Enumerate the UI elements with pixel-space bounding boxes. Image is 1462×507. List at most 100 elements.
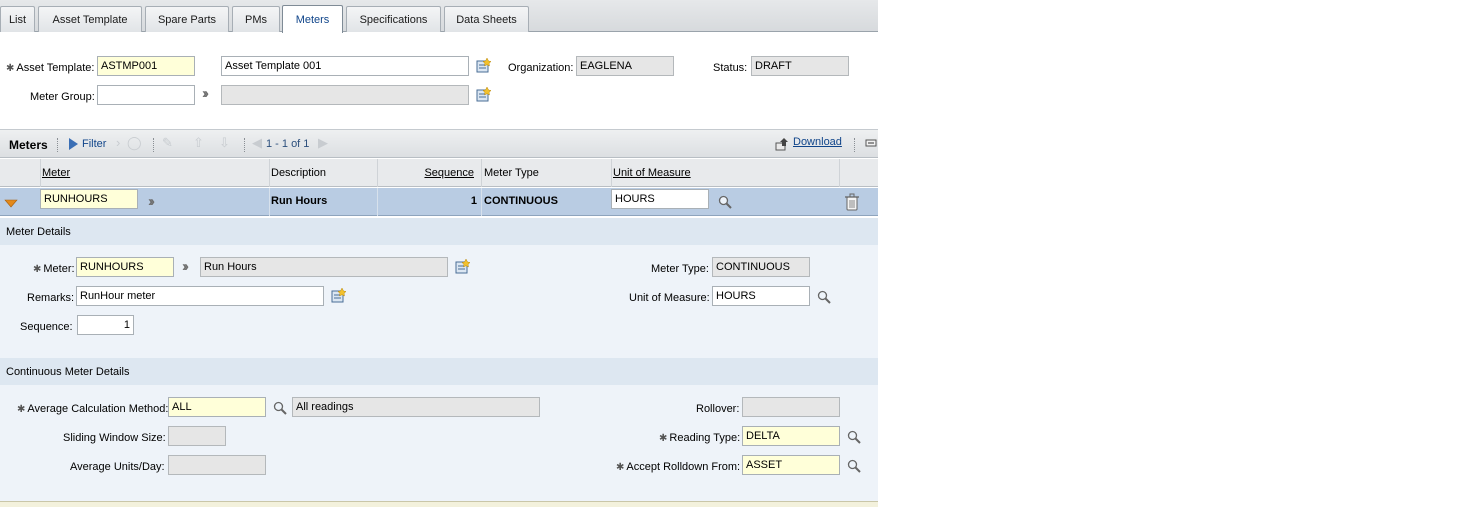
row-meter-field[interactable]: RUNHOURS bbox=[40, 189, 138, 209]
sliding-window-size-field bbox=[168, 426, 226, 446]
average-calculation-method-field[interactable]: ALL bbox=[168, 397, 266, 417]
organization-label: Organization: bbox=[508, 62, 574, 74]
accept-rolldown-from-field[interactable]: ASSET bbox=[742, 455, 840, 475]
continuous-meter-details-section: Continuous Meter Details ✱ Average Calcul… bbox=[0, 358, 878, 501]
rollover-label: Rollover: bbox=[696, 403, 740, 415]
meter-label: ✱ Meter: bbox=[33, 263, 75, 275]
row-sequence: 1 bbox=[377, 188, 481, 216]
tab-list[interactable]: List bbox=[0, 6, 35, 32]
description-editor-icon[interactable] bbox=[474, 86, 492, 104]
continuous-meter-details-title: Continuous Meter Details bbox=[0, 358, 878, 385]
unit-of-measure-field[interactable]: HOURS bbox=[712, 286, 810, 306]
filter-button[interactable]: Filter bbox=[82, 138, 106, 150]
search-icon[interactable] bbox=[815, 288, 833, 306]
tab-asset-template[interactable]: Asset Template bbox=[38, 6, 142, 32]
toolbar-divider bbox=[244, 138, 245, 152]
asset-template-label: ✱ Asset Template: bbox=[6, 62, 95, 74]
average-units-per-day-label: Average Units/Day: bbox=[70, 461, 165, 473]
sequence-field[interactable]: 1 bbox=[77, 315, 134, 335]
meter-field[interactable]: RUNHOURS bbox=[76, 257, 174, 277]
required-marker: ✱ bbox=[616, 462, 625, 473]
column-header-meter-type: Meter Type bbox=[481, 159, 611, 187]
tab-data-sheets[interactable]: Data Sheets bbox=[444, 6, 529, 32]
asset-template-desc-field[interactable]: Asset Template 001 bbox=[221, 56, 469, 76]
toolbar-divider bbox=[153, 138, 154, 152]
previous-page-icon: ◀ bbox=[252, 135, 262, 150]
required-marker: ✱ bbox=[6, 63, 15, 74]
collapse-panel-icon[interactable] bbox=[862, 134, 880, 152]
trash-icon[interactable] bbox=[843, 193, 861, 211]
pager-text: 1 - 1 of 1 bbox=[266, 138, 310, 150]
arrow-down-icon: ⇩ bbox=[219, 135, 230, 150]
meter-group-label: Meter Group: bbox=[30, 91, 95, 103]
chevron-right-icon[interactable]: ›› bbox=[182, 259, 189, 275]
app-window: List Asset Template Spare Parts PMs Mete… bbox=[0, 0, 878, 507]
remarks-label: Remarks: bbox=[27, 292, 75, 304]
chevron-right-icon: › bbox=[116, 135, 121, 150]
row-description: Run Hours bbox=[269, 188, 377, 216]
chevron-right-icon[interactable]: ›› bbox=[202, 86, 209, 102]
meter-group-desc-field bbox=[221, 85, 469, 105]
meter-details-section: Meter Details ✱ Meter: RUNHOURS ›› Run Ho… bbox=[0, 218, 878, 358]
status-field: DRAFT bbox=[751, 56, 849, 76]
search-icon: ◯ bbox=[127, 135, 142, 150]
sequence-label: Sequence: bbox=[20, 321, 73, 333]
description-editor-icon[interactable] bbox=[329, 287, 347, 305]
tab-meters[interactable]: Meters bbox=[282, 5, 343, 33]
meters-toolbar: Meters Filter › ◯ ✎ ⇧ ⇩ ◀ 1 - 1 of 1 ▶ D… bbox=[0, 129, 878, 158]
table-row[interactable]: RUNHOURS ›› Run Hours 1 CONTINUOUS HOURS bbox=[0, 188, 878, 216]
average-calculation-method-label: ✱ Average Calculation Method: bbox=[17, 403, 169, 415]
filter-play-icon[interactable] bbox=[64, 135, 82, 153]
required-marker: ✱ bbox=[33, 264, 42, 275]
status-label: Status: bbox=[713, 62, 748, 74]
meter-group-field[interactable] bbox=[97, 85, 195, 105]
row-meter-type: CONTINUOUS bbox=[481, 188, 611, 216]
required-marker: ✱ bbox=[17, 404, 26, 415]
remarks-field[interactable]: RunHour meter bbox=[76, 286, 324, 306]
column-header-meter[interactable]: Meter bbox=[40, 159, 269, 187]
arrow-up-icon: ⇧ bbox=[193, 135, 204, 150]
sliding-window-size-label: Sliding Window Size: bbox=[63, 432, 166, 444]
column-header-actions bbox=[839, 159, 878, 187]
meter-desc-field: Run Hours bbox=[200, 257, 448, 277]
search-icon[interactable] bbox=[845, 457, 863, 475]
bottom-panel-edge bbox=[0, 501, 878, 507]
download-link[interactable]: Download bbox=[793, 136, 842, 148]
average-calculation-desc-field: All readings bbox=[292, 397, 540, 417]
edit-icon: ✎ bbox=[162, 135, 173, 150]
chevron-right-icon[interactable]: ›› bbox=[148, 194, 155, 210]
description-editor-icon[interactable] bbox=[453, 258, 471, 276]
reading-type-field[interactable]: DELTA bbox=[742, 426, 840, 446]
toolbar-divider bbox=[57, 138, 58, 152]
column-header-unit-of-measure[interactable]: Unit of Measure bbox=[611, 159, 839, 187]
column-header-sequence[interactable]: Sequence bbox=[377, 159, 481, 187]
tab-pms[interactable]: PMs bbox=[232, 6, 280, 32]
meter-type-field: CONTINUOUS bbox=[712, 257, 810, 277]
search-icon[interactable] bbox=[845, 428, 863, 446]
column-header-description: Description bbox=[269, 159, 377, 187]
tab-bar: List Asset Template Spare Parts PMs Mete… bbox=[0, 0, 878, 33]
toolbar-divider bbox=[854, 138, 855, 152]
search-icon[interactable] bbox=[716, 193, 734, 211]
header-form: ✱ Asset Template: ASTMP001 Asset Template… bbox=[0, 33, 878, 129]
meters-grid-header: Meter Description Sequence Meter Type Un… bbox=[0, 159, 878, 187]
description-editor-icon[interactable] bbox=[474, 57, 492, 75]
rollover-field bbox=[742, 397, 840, 417]
organization-field: EAGLENA bbox=[576, 56, 674, 76]
tab-spare-parts[interactable]: Spare Parts bbox=[145, 6, 229, 32]
meters-section-title: Meters bbox=[9, 138, 48, 152]
asset-template-code-field[interactable]: ASTMP001 bbox=[97, 56, 195, 76]
search-icon[interactable] bbox=[271, 399, 289, 417]
meter-type-label: Meter Type: bbox=[651, 263, 709, 275]
expand-row-icon[interactable] bbox=[2, 194, 20, 212]
tab-specifications[interactable]: Specifications bbox=[346, 6, 441, 32]
reading-type-label: ✱ Reading Type: bbox=[659, 432, 741, 444]
download-icon[interactable] bbox=[773, 135, 791, 153]
next-page-icon: ▶ bbox=[318, 135, 328, 150]
meter-details-title: Meter Details bbox=[0, 218, 878, 245]
required-marker: ✱ bbox=[659, 433, 668, 444]
unit-of-measure-label: Unit of Measure: bbox=[629, 292, 710, 304]
row-uom-field[interactable]: HOURS bbox=[611, 189, 709, 209]
accept-rolldown-from-label: ✱ Accept Rolldown From: bbox=[616, 461, 741, 473]
average-units-per-day-field bbox=[168, 455, 266, 475]
